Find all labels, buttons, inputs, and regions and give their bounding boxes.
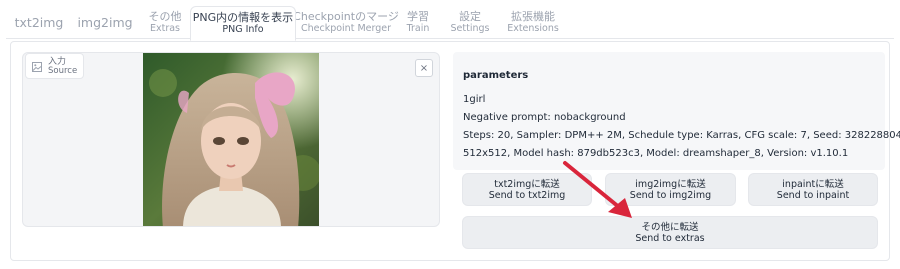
send-to-extras-button[interactable]: その他に転送 Send to extras	[462, 216, 878, 249]
button-label-en: Send to extras	[635, 232, 705, 244]
send-to-img2img-button[interactable]: img2imgに転送 Send to img2img	[605, 173, 736, 206]
generation-info-panel: parameters 1girl Negative prompt: noback…	[453, 52, 900, 170]
button-label-jp: img2imgに転送	[635, 178, 706, 190]
prompt-text: 1girl	[463, 94, 486, 105]
tab-label: Checkpointのマージ	[293, 10, 399, 23]
tab-label: PNG内の情報を表示	[192, 11, 294, 24]
button-label-en: Send to img2img	[629, 189, 712, 201]
tab-label: 設定	[459, 10, 481, 23]
tab-divider	[6, 38, 894, 39]
settings-text-line2: 512x512, Model hash: 879db523c3, Model: …	[463, 148, 849, 159]
source-label: 入力 Source	[25, 53, 85, 79]
tab-png-info[interactable]: PNG内の情報を表示 PNG Info	[190, 6, 296, 41]
tab-bar: txt2img img2img その他 Extras PNG内の情報を表示 PN…	[0, 6, 900, 41]
image-upload-box[interactable]: 入力 Source ×	[22, 52, 440, 227]
parameters-heading: parameters	[463, 70, 529, 81]
tab-sublabel: Train	[406, 23, 430, 34]
tab-sublabel: Settings	[450, 23, 490, 34]
tab-extras[interactable]: その他 Extras	[144, 6, 186, 39]
close-icon: ×	[419, 62, 429, 74]
tab-checkpoint-merger[interactable]: Checkpointのマージ Checkpoint Merger	[293, 6, 399, 39]
tab-label: 拡張機能	[511, 10, 555, 23]
tab-settings[interactable]: 設定 Settings	[446, 6, 494, 39]
button-label-jp: inpaintに転送	[782, 178, 844, 190]
tab-label: txt2img	[14, 14, 64, 30]
button-label-jp: txt2imgに転送	[494, 178, 560, 190]
button-label-jp: その他に転送	[641, 221, 699, 233]
button-label-en: Send to txt2img	[488, 189, 566, 201]
uploaded-image	[143, 53, 319, 226]
tab-img2img[interactable]: img2img	[74, 6, 136, 39]
tab-label: その他	[148, 10, 182, 23]
tab-sublabel: PNG Info	[222, 24, 264, 35]
source-label-jp: 入力	[48, 56, 67, 67]
tab-label: img2img	[77, 14, 133, 30]
negative-prompt-text: Negative prompt: nobackground	[463, 112, 626, 123]
send-to-txt2img-button[interactable]: txt2imgに転送 Send to txt2img	[462, 173, 592, 206]
tab-label: 学習	[407, 10, 429, 23]
tab-train[interactable]: 学習 Train	[400, 6, 436, 39]
tab-sublabel: Extensions	[507, 23, 559, 34]
png-info-screen: txt2img img2img その他 Extras PNG内の情報を表示 PN…	[0, 0, 900, 269]
tab-txt2img[interactable]: txt2img	[12, 6, 66, 39]
image-icon	[32, 57, 42, 76]
button-label-en: Send to inpaint	[776, 189, 850, 201]
send-to-inpaint-button[interactable]: inpaintに転送 Send to inpaint	[748, 173, 878, 206]
tab-sublabel: Extras	[149, 23, 181, 34]
tab-sublabel: Checkpoint Merger	[300, 23, 392, 34]
settings-text-line1: Steps: 20, Sampler: DPM++ 2M, Schedule t…	[463, 130, 900, 141]
tab-extensions[interactable]: 拡張機能 Extensions	[504, 6, 562, 39]
source-label-en: Source	[48, 65, 78, 76]
clear-image-button[interactable]: ×	[415, 59, 433, 77]
